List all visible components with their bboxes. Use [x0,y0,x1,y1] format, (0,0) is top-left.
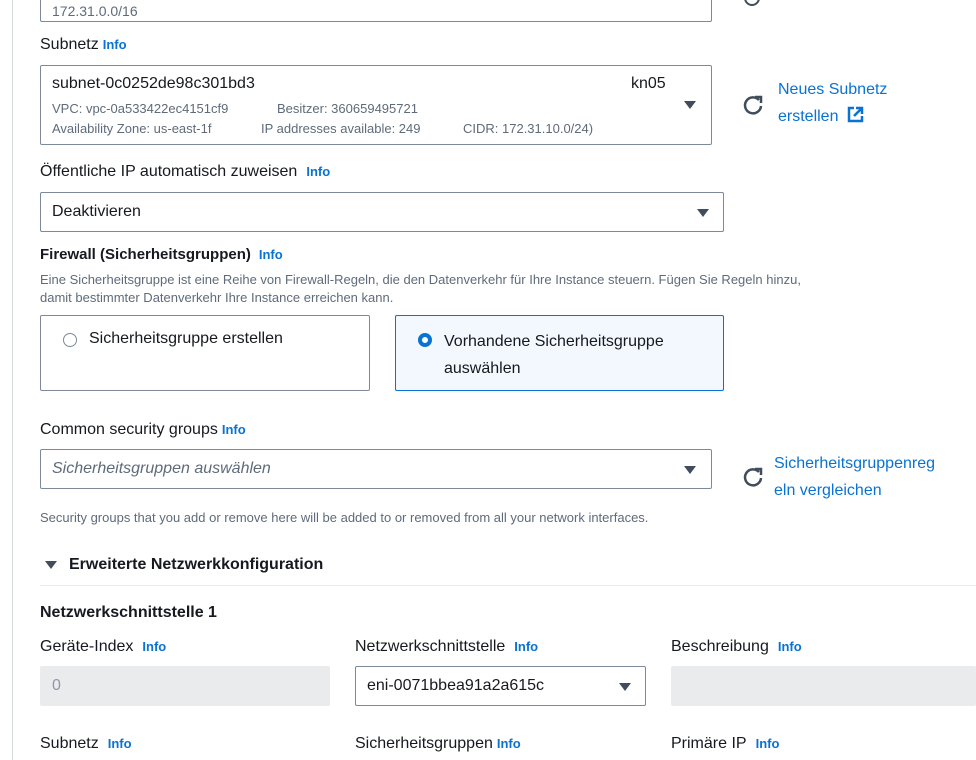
public-ip-info-link[interactable]: Info [306,164,330,179]
ni-subnet-label: Subnetz [40,735,99,752]
new-subnet-link-line2-row: erstellen [778,103,887,132]
security-groups-hint: Security groups that you add or remove h… [40,510,649,525]
subnet-name: kn05 [631,75,666,92]
network-interface-info-link[interactable]: Info [514,639,538,654]
public-ip-label: Öffentliche IP automatisch zuweisen [40,163,298,180]
security-groups-placeholder: Sicherheitsgruppen auswählen [52,460,271,477]
radio-existing-sg-label-line2: auswählen [444,360,521,377]
subnet-id: subnet-0c0252de98c301bd3 [52,75,255,92]
vpc-cidr-value: 172.31.0.0/16 [52,3,138,19]
firewall-description-line2: damit bestimmter Datenverkehr Ihre Insta… [40,290,394,305]
device-index-input[interactable]: 0 [40,666,330,706]
firewall-description-line1: Eine Sicherheitsgruppe ist eine Reihe vo… [40,272,801,287]
description-label-row: Beschreibung Info [671,638,802,656]
common-sg-label-row: Common security groups Info [40,421,246,439]
ni-sg-label-row: Sicherheitsgruppen Info [355,735,521,753]
subnet-owner: Besitzer: 360659495721 [277,101,418,116]
refresh-icon[interactable] [742,94,764,116]
compare-sg-rules-line1: Sicherheitsgruppenreg [774,455,935,472]
chevron-down-icon [619,683,631,691]
radio-create-sg[interactable]: Sicherheitsgruppe erstellen [40,315,370,391]
subnet-info-link[interactable]: Info [103,37,127,52]
firewall-title: Firewall (Sicherheitsgruppen) [40,246,251,263]
subnet-label-row: Subnetz Info [40,36,127,54]
radio-existing-sg-label-line1: Vorhandene Sicherheitsgruppe [444,333,664,350]
subnet-cidr: CIDR: 172.31.10.0/24) [463,121,594,136]
public-ip-label-row: Öffentliche IP automatisch zuweisen Info [40,163,330,181]
ni-sg-label: Sicherheitsgruppen [355,735,493,752]
public-ip-value: Deaktivieren [52,203,141,220]
firewall-description: Eine Sicherheitsgruppe ist eine Reihe vo… [40,271,801,307]
compare-sg-rules-line2: eln vergleichen [774,482,882,499]
subnet-select[interactable]: subnet-0c0252de98c301bd3 kn05 VPC: vpc-0… [40,65,712,145]
new-subnet-link-line1: Neues Subnetz [778,81,888,98]
chevron-down-icon [684,101,696,109]
public-ip-select[interactable]: Deaktivieren [40,192,724,232]
caret-down-icon [45,561,57,569]
new-subnet-link-line2: erstellen [778,108,839,125]
firewall-title-row: Firewall (Sicherheitsgruppen) Info [40,246,283,264]
advanced-network-title: Erweiterte Netzwerkkonfiguration [69,556,324,573]
chevron-down-icon [684,466,696,474]
compare-sg-rules-link[interactable]: Sicherheitsgruppenreg eln vergleichen [774,450,935,504]
common-sg-label: Common security groups [40,421,218,438]
network-interface-title: Netzwerkschnittstelle 1 [40,604,217,621]
network-interface-value: eni-0071bbea91a2a615c [367,677,545,694]
chevron-down-icon [697,209,709,217]
description-label: Beschreibung [671,638,769,655]
device-index-value: 0 [52,677,61,694]
radio-existing-sg-label: Vorhandene Sicherheitsgruppe auswählen [444,328,664,382]
device-index-label-row: Geräte-Index Info [40,638,166,656]
security-groups-select[interactable]: Sicherheitsgruppen auswählen [40,449,712,489]
primary-ip-label: Primäre IP [671,735,747,752]
subnet-az: Availability Zone: us-east-1f [52,121,212,136]
primary-ip-label-row: Primäre IP Info [671,735,779,753]
network-interface-select[interactable]: eni-0071bbea91a2a615c [355,666,646,706]
info-circle-icon [744,0,760,6]
external-link-icon [847,105,864,132]
refresh-icon[interactable] [742,466,764,488]
primary-ip-info-link[interactable]: Info [756,736,780,751]
subnet-label: Subnetz [40,36,99,53]
subnet-vpc: VPC: vpc-0a533422ec4151cf9 [52,101,229,116]
subnet-ips: IP addresses available: 249 [261,121,421,136]
radio-checked-icon[interactable] [418,333,432,347]
description-info-link[interactable]: Info [778,639,802,654]
radio-unchecked-icon[interactable] [63,333,77,347]
firewall-info-link[interactable]: Info [259,247,283,262]
ni-subnet-info-link[interactable]: Info [108,736,132,751]
left-border [12,0,13,760]
ni-sg-info-link[interactable]: Info [497,736,521,751]
vpc-field[interactable]: 172.31.0.0/16 [40,0,712,22]
device-index-label: Geräte-Index [40,638,134,655]
description-input[interactable] [671,666,976,706]
radio-existing-sg[interactable]: Vorhandene Sicherheitsgruppe auswählen [395,315,724,391]
ni-subnet-label-row: Subnetz Info [40,735,132,753]
device-index-info-link[interactable]: Info [142,639,166,654]
new-subnet-link[interactable]: Neues Subnetz erstellen [778,76,887,132]
section-divider [40,585,976,586]
radio-create-sg-label: Sicherheitsgruppe erstellen [89,330,283,347]
common-sg-info-link[interactable]: Info [222,422,246,437]
ni-label-row: Netzwerkschnittstelle Info [355,638,538,656]
network-interface-label: Netzwerkschnittstelle [355,638,506,655]
